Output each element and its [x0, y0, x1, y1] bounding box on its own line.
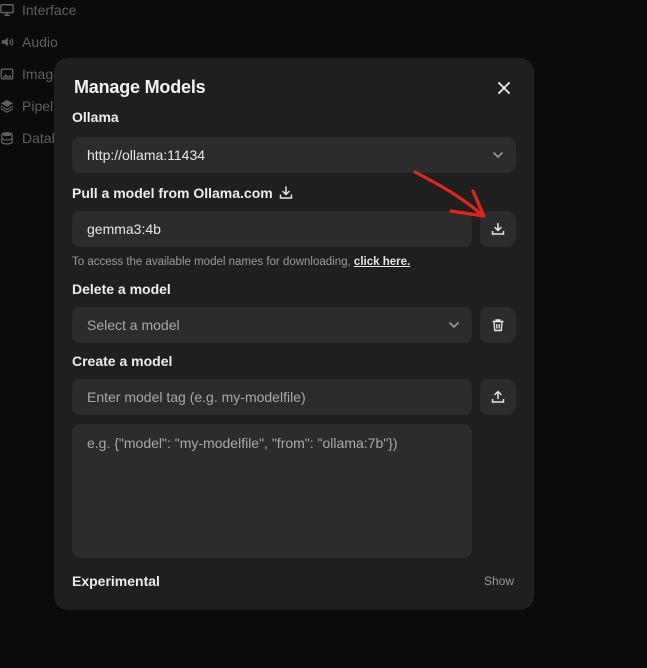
- delete-model-label: Delete a model: [72, 281, 171, 297]
- upload-model-button[interactable]: [480, 379, 516, 415]
- delete-model-select[interactable]: Select a model: [72, 307, 472, 343]
- model-tag-placeholder: Enter model tag (e.g. my-modelfile): [87, 389, 306, 405]
- speaker-icon: [1, 37, 14, 47]
- create-model-label: Create a model: [72, 353, 173, 369]
- close-button[interactable]: [494, 78, 514, 98]
- nav-item-audio[interactable]: Audio: [0, 34, 58, 50]
- chevron-down-icon: [493, 152, 503, 159]
- trash-icon: [492, 319, 504, 332]
- pull-model-label: Pull a model from Ollama.com: [72, 185, 293, 201]
- pull-model-input[interactable]: gemma3:4b: [72, 211, 472, 247]
- pull-model-button[interactable]: [480, 211, 516, 247]
- close-icon: [498, 82, 510, 94]
- ollama-section-label: Ollama: [72, 109, 119, 125]
- download-tray-icon: [279, 186, 292, 199]
- manage-models-dialog: Manage Models Ollama http://ollama:11434…: [54, 58, 534, 610]
- hint-text: To access the available model names for …: [72, 256, 351, 268]
- pull-model-value: gemma3:4b: [87, 221, 161, 237]
- nav-item-label: Audio: [22, 34, 58, 50]
- experimental-label: Experimental: [72, 573, 160, 589]
- ollama-url-value: http://ollama:11434: [87, 147, 206, 163]
- chevron-down-icon: [449, 322, 459, 329]
- show-experimental-toggle[interactable]: Show: [484, 574, 514, 588]
- nav-item-interface[interactable]: Interface: [0, 2, 76, 18]
- delete-model-placeholder: Select a model: [87, 317, 180, 333]
- delete-model-button[interactable]: [480, 307, 516, 343]
- database-icon: [1, 132, 13, 145]
- image-icon: [0, 68, 14, 80]
- download-icon: [491, 222, 505, 235]
- model-tag-input[interactable]: Enter model tag (e.g. my-modelfile): [72, 379, 472, 415]
- pull-model-label-text: Pull a model from Ollama.com: [72, 185, 273, 201]
- model-content-textarea[interactable]: [72, 424, 472, 558]
- nav-item-label: Interface: [22, 2, 77, 18]
- dialog-title: Manage Models: [74, 77, 206, 97]
- layers-icon: [0, 99, 14, 113]
- pull-model-hint: To access the available model names for …: [72, 256, 410, 268]
- upload-icon: [491, 390, 505, 403]
- ollama-url-select[interactable]: http://ollama:11434: [72, 137, 516, 173]
- model-names-link[interactable]: click here.: [354, 256, 410, 268]
- monitor-icon: [0, 4, 14, 16]
